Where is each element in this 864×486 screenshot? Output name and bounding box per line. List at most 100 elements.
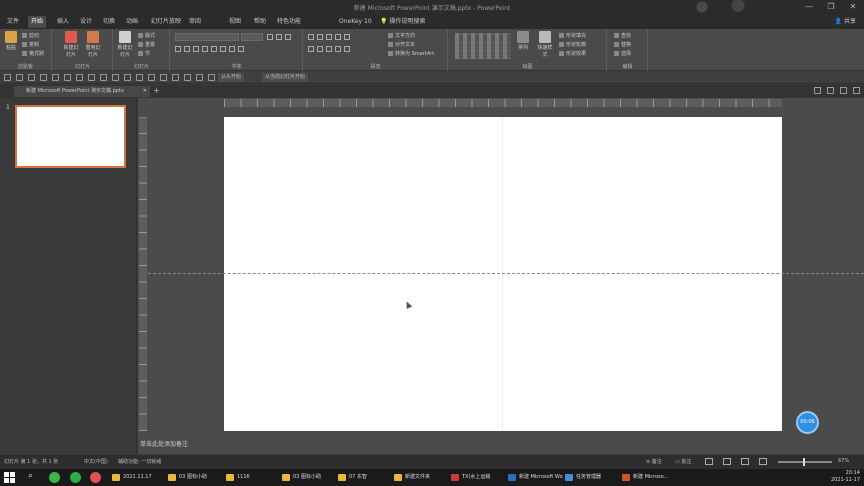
- slide-thumbnail[interactable]: [15, 105, 126, 168]
- close-tab-icon[interactable]: ✕: [143, 86, 147, 97]
- language-status[interactable]: 中文(中国): [84, 458, 108, 465]
- taskbar-item-7[interactable]: TX(水上运输: [451, 471, 490, 484]
- search-icon[interactable]: ⌕: [28, 471, 33, 481]
- app-icon-3[interactable]: [90, 472, 101, 483]
- arrange-button[interactable]: 排列: [515, 31, 531, 51]
- undo-icon[interactable]: [16, 74, 23, 81]
- toolbar-icon-11[interactable]: [124, 74, 131, 81]
- taskbar-item-3[interactable]: 1116: [226, 471, 250, 484]
- tab-design[interactable]: 设计: [77, 16, 95, 28]
- restore-button[interactable]: ❐: [824, 1, 838, 13]
- taskbar-item-1[interactable]: 2021.11.17: [112, 471, 152, 484]
- start-slideshow-icon[interactable]: [40, 74, 47, 81]
- underline-icon[interactable]: [193, 46, 199, 52]
- tab-action-icon-1[interactable]: [814, 87, 821, 94]
- save-icon[interactable]: [4, 74, 11, 81]
- taskbar-item-2[interactable]: 03 图标小助: [168, 471, 207, 484]
- taskbar-item-8[interactable]: 新建 Microsoft Wo: [508, 471, 563, 484]
- paste-button[interactable]: 粘贴: [3, 31, 19, 51]
- tab-features[interactable]: 特色功能: [274, 16, 304, 28]
- tab-insert[interactable]: 插入: [54, 16, 72, 28]
- tab-action-icon-4[interactable]: [853, 87, 860, 94]
- toolbar-icon-6[interactable]: [64, 74, 71, 81]
- notes-toggle[interactable]: ≡ 备注: [646, 458, 662, 465]
- align-center-icon[interactable]: [317, 46, 323, 52]
- text-direction-button[interactable]: 文字方向: [388, 32, 415, 39]
- toolbar-icon-9[interactable]: [100, 74, 107, 81]
- comments-toggle[interactable]: ▭ 批注: [675, 458, 691, 465]
- taskbar-item-5[interactable]: 07 东智: [338, 471, 367, 484]
- tab-action-icon-3[interactable]: [840, 87, 847, 94]
- share-button[interactable]: 👤 共享: [835, 16, 856, 28]
- new-slide-button[interactable]: 新建幻灯片: [63, 31, 79, 58]
- taskbar-item-10[interactable]: 新建 Microso...: [622, 471, 668, 484]
- tab-slideshow[interactable]: 幻灯片放映: [148, 16, 184, 28]
- justify-icon[interactable]: [335, 46, 341, 52]
- toolbar-icon-17[interactable]: [196, 74, 203, 81]
- toolbar-icon-16[interactable]: [184, 74, 191, 81]
- format-painter-button[interactable]: 格式刷: [22, 50, 44, 57]
- reading-view-icon[interactable]: [741, 458, 749, 465]
- cut-button[interactable]: 剪切: [22, 32, 39, 39]
- font-color-icon[interactable]: [238, 46, 244, 52]
- strikethrough-icon[interactable]: [202, 46, 208, 52]
- horizontal-guide[interactable]: [148, 273, 864, 274]
- tab-onekey[interactable]: OneKey 10: [336, 16, 375, 28]
- toolbar-icon-10[interactable]: [112, 74, 119, 81]
- font-name-field[interactable]: [175, 33, 239, 41]
- italic-icon[interactable]: [184, 46, 190, 52]
- accessibility-status[interactable]: 辅助功能: 一切就绪: [118, 458, 161, 465]
- numbering-icon[interactable]: [317, 34, 323, 40]
- taskbar-item-9[interactable]: 任务管理器: [565, 471, 601, 484]
- select-button[interactable]: 选择: [614, 50, 631, 57]
- taskbar-item-4[interactable]: 03 图标小助: [282, 471, 321, 484]
- toolbar-icon-15[interactable]: [172, 74, 179, 81]
- find-button[interactable]: 查找: [614, 32, 631, 39]
- line-spacing-icon[interactable]: [344, 34, 350, 40]
- shape-outline-button[interactable]: 形状轮廓: [559, 41, 586, 48]
- close-button[interactable]: ✕: [846, 1, 860, 13]
- tab-animations[interactable]: 动画: [123, 16, 141, 28]
- tab-home[interactable]: 开始: [28, 16, 47, 28]
- tab-review[interactable]: 审阅: [186, 16, 204, 28]
- windows-start-icon[interactable]: [4, 472, 15, 483]
- taskbar-item-6[interactable]: 新建文件夹: [394, 471, 430, 484]
- zoom-level[interactable]: 67%: [838, 458, 849, 464]
- smartart-button[interactable]: 转换为 SmartArt: [388, 50, 434, 57]
- from-current-button[interactable]: 从当前幻灯片开始: [262, 73, 309, 82]
- align-right-icon[interactable]: [326, 46, 332, 52]
- shape-effects-button[interactable]: 形状效果: [559, 50, 586, 57]
- shapes-gallery[interactable]: [455, 33, 511, 59]
- reuse-slide-button[interactable]: 重用幻灯片: [85, 31, 101, 58]
- layout-button[interactable]: 版式: [138, 32, 155, 39]
- shadow-icon[interactable]: [211, 46, 217, 52]
- reset-button[interactable]: 重置: [138, 41, 155, 48]
- grow-font-icon[interactable]: [267, 34, 273, 40]
- tab-view[interactable]: 视图: [226, 16, 244, 28]
- toolbar-icon-14[interactable]: [160, 74, 167, 81]
- bullets-icon[interactable]: [308, 34, 314, 40]
- recording-timer-badge[interactable]: 00:06: [796, 411, 819, 434]
- slide-sorter-icon[interactable]: [723, 458, 731, 465]
- tab-help[interactable]: 帮助: [251, 16, 269, 28]
- replace-button[interactable]: 替换: [614, 41, 631, 48]
- redo-icon[interactable]: [28, 74, 35, 81]
- zoom-slider-knob[interactable]: [803, 458, 805, 466]
- copy-button[interactable]: 复制: [22, 41, 39, 48]
- tab-file[interactable]: 文件: [4, 16, 22, 28]
- clear-format-icon[interactable]: [285, 34, 291, 40]
- from-beginning-button[interactable]: 从头开始: [218, 73, 245, 82]
- slideshow-view-icon[interactable]: [759, 458, 767, 465]
- slide-canvas[interactable]: [224, 117, 782, 431]
- toolbar-icon-13[interactable]: [148, 74, 155, 81]
- shape-fill-button[interactable]: 形状填充: [559, 32, 586, 39]
- new-tab-icon[interactable]: +: [153, 86, 160, 95]
- toolbar-icon-8[interactable]: [88, 74, 95, 81]
- toolbar-icon-12[interactable]: [136, 74, 143, 81]
- columns-icon[interactable]: [344, 46, 350, 52]
- toolbar-icon-18[interactable]: [208, 74, 215, 81]
- align-left-icon[interactable]: [308, 46, 314, 52]
- align-text-button[interactable]: 对齐文本: [388, 41, 415, 48]
- toolbar-icon-7[interactable]: [76, 74, 83, 81]
- char-spacing-icon[interactable]: [220, 46, 226, 52]
